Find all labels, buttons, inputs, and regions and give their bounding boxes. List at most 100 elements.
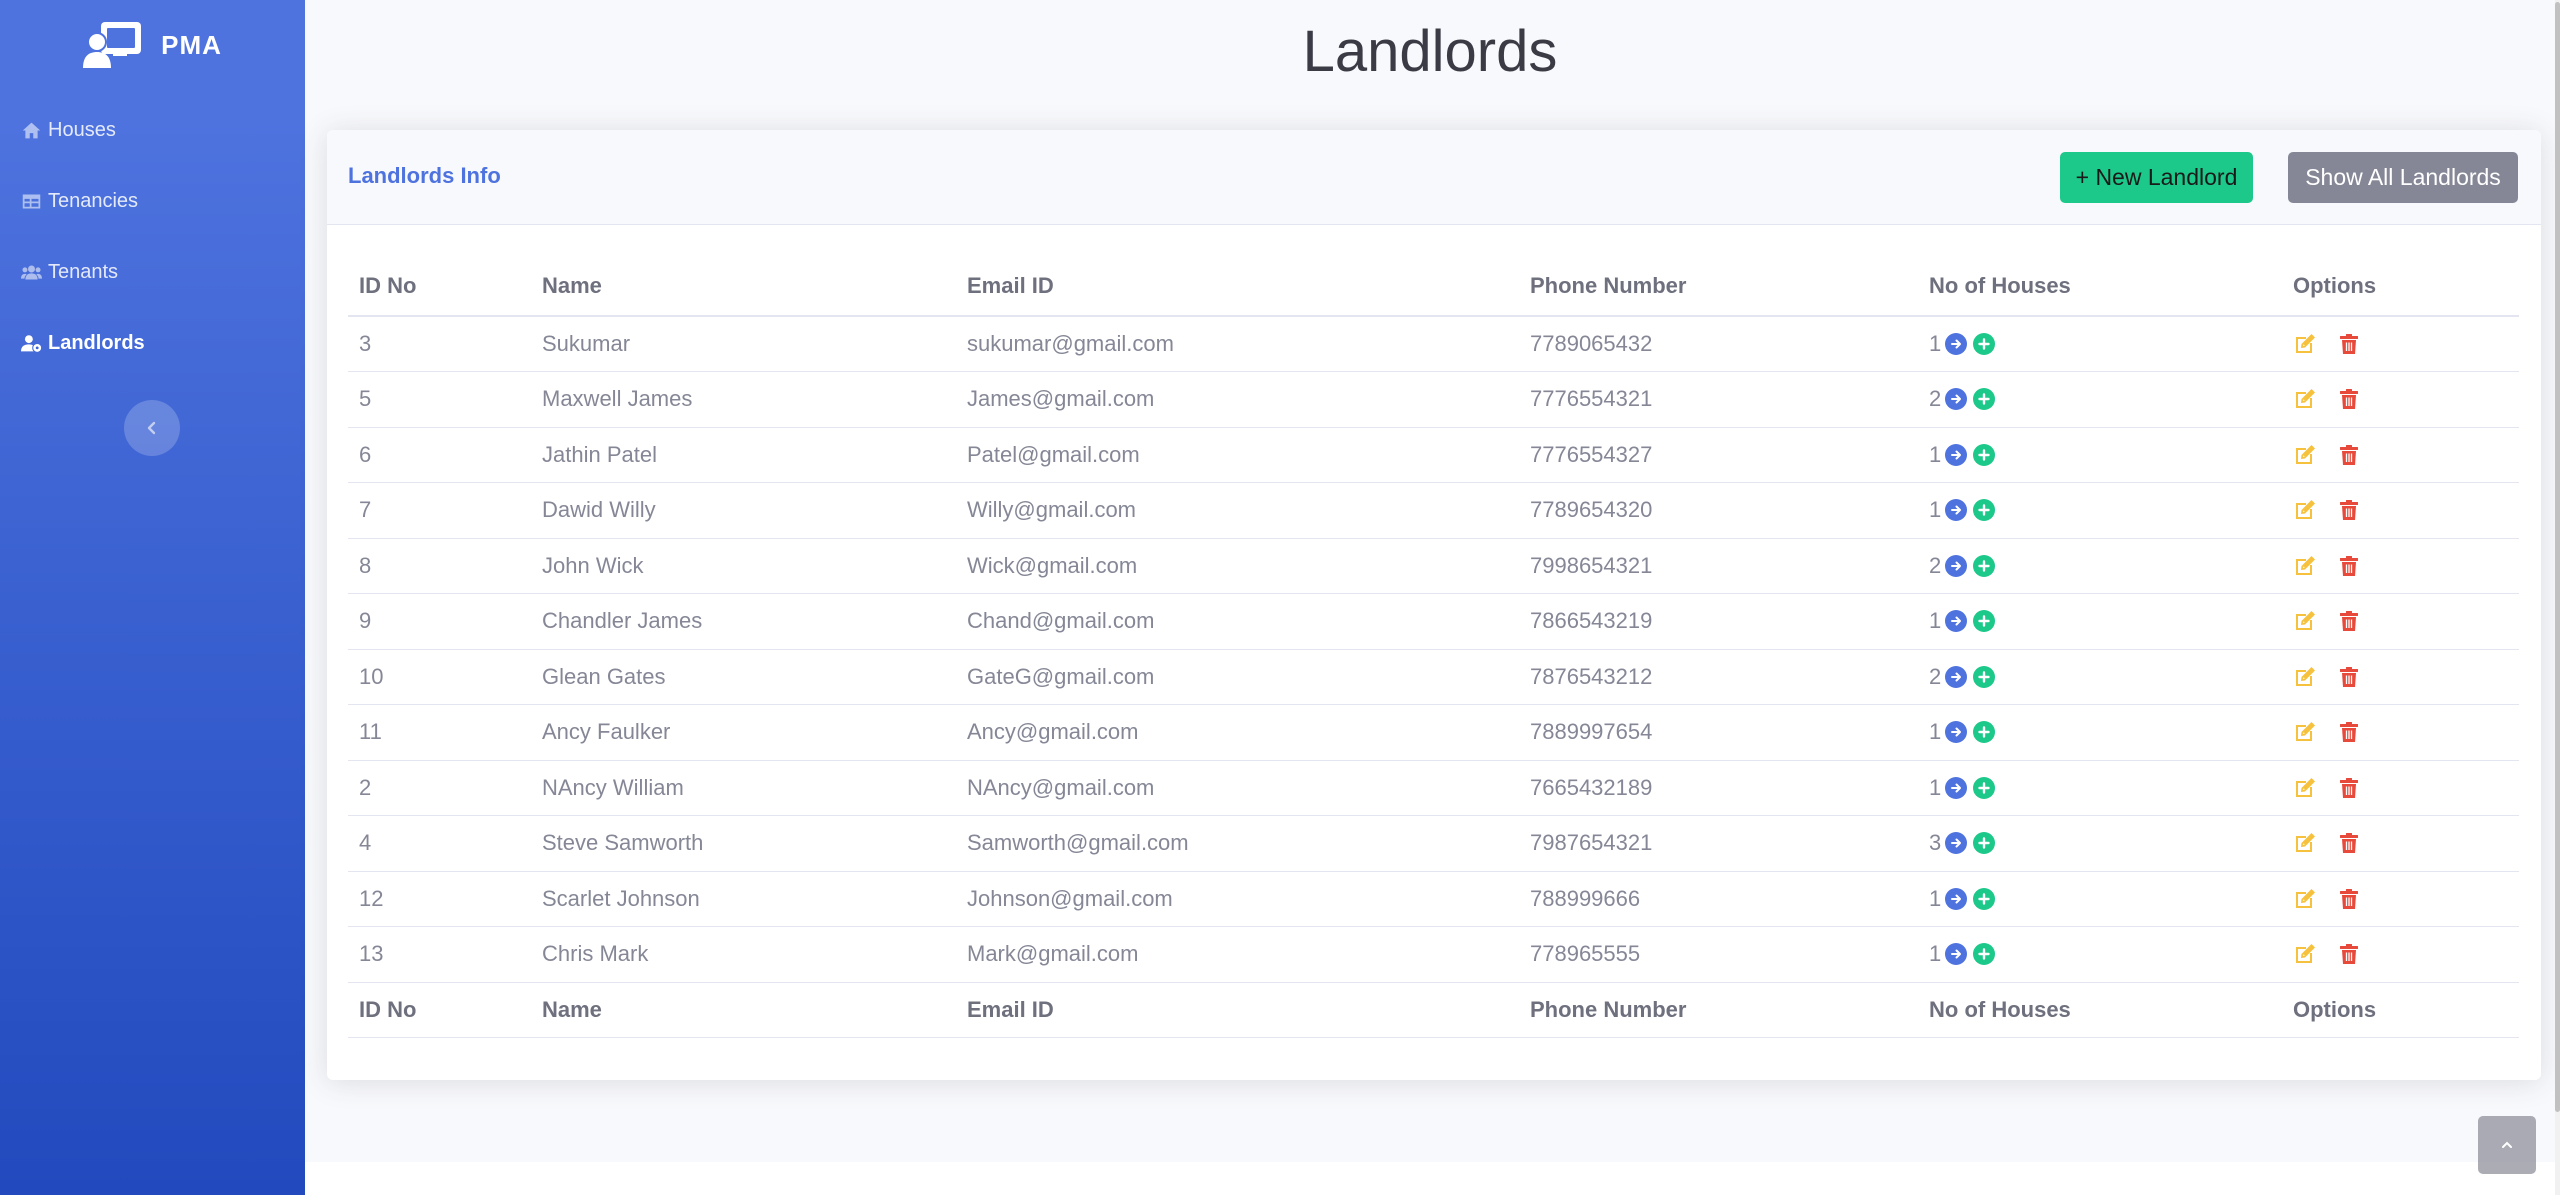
sidebar-item-label: Tenancies [48,189,139,212]
view-houses-icon[interactable] [1945,721,1968,744]
edit-icon[interactable] [2293,942,2317,966]
column-header-name[interactable]: Name [531,256,956,317]
cell-houses: 1 [1918,760,2282,816]
add-house-icon[interactable] [1973,333,1996,355]
cell-phone: 7866543219 [1519,593,1918,650]
cell-email: Willy@gmail.com [956,482,1519,539]
delete-icon[interactable] [2337,942,2361,966]
cell-name: Ancy Faulker [531,704,956,761]
cell-options [2282,427,2519,483]
sidebar-item-tenancies[interactable]: Tenancies [0,176,305,226]
main-content: Landlords Landlords Info + New Landlord … [305,0,2555,1162]
table-row: 12 Scarlet Johnson Johnson@gmail.com 788999… [348,871,2519,927]
brand-name: PMA [161,29,222,60]
edit-icon[interactable] [2293,776,2317,800]
add-house-icon[interactable] [1973,388,1996,411]
new-landlord-button[interactable]: + New Landlord [2060,152,2253,203]
add-house-icon[interactable] [1973,721,1996,744]
delete-icon[interactable] [2337,443,2361,467]
edit-icon[interactable] [2293,665,2317,689]
sidebar-item-landlords[interactable]: Landlords [0,318,305,368]
table-footer-row: ID No Name Email ID Phone Number No of H… [348,982,2519,1038]
add-house-icon[interactable] [1973,443,1996,466]
edit-icon[interactable] [2293,554,2317,578]
cell-phone: 7776554327 [1519,427,1918,483]
column-header-houses[interactable]: No of Houses [1918,256,2282,317]
show-all-landlords-button[interactable]: Show All Landlords [2288,152,2518,203]
delete-icon[interactable] [2337,720,2361,744]
delete-icon[interactable] [2337,387,2361,411]
view-houses-icon[interactable] [1945,388,1968,411]
cell-houses: 1 [1918,926,2282,983]
page-scrollbar[interactable] [2555,0,2560,1195]
sidebar-toggle-button[interactable] [124,400,180,456]
scrollbar-thumb[interactable] [2555,2,2560,1112]
scroll-to-top-button[interactable] [2478,1116,2536,1174]
chalkboard-user-icon [83,20,143,70]
view-houses-icon[interactable] [1945,887,1968,910]
add-house-icon[interactable] [1973,499,1996,522]
add-house-icon[interactable] [1973,665,1996,688]
view-houses-icon[interactable] [1945,443,1968,466]
column-header-email[interactable]: Email ID [956,256,1519,317]
add-house-icon[interactable] [1973,887,1996,910]
delete-icon[interactable] [2337,498,2361,522]
column-header-options[interactable]: Options [2282,256,2519,317]
add-house-icon[interactable] [1973,776,1996,799]
edit-icon[interactable] [2293,887,2317,911]
houses-count: 1 [1929,497,1942,523]
column-header-id[interactable]: ID No [348,256,531,317]
add-house-icon[interactable] [1973,943,1996,966]
cell-options [2282,926,2519,983]
houses-count: 2 [1929,386,1942,412]
view-houses-icon[interactable] [1945,499,1968,522]
delete-icon[interactable] [2337,609,2361,633]
add-house-icon[interactable] [1973,610,1996,633]
cell-id: 2 [348,760,531,816]
column-footer-houses: No of Houses [1918,982,2282,1038]
edit-icon[interactable] [2293,831,2317,855]
add-house-icon[interactable] [1973,832,1996,855]
cell-email: Johnson@gmail.com [956,871,1519,927]
cell-id: 6 [348,427,531,483]
sidebar-brand[interactable]: PMA [0,0,305,90]
edit-icon[interactable] [2293,332,2317,356]
cell-options [2282,482,2519,539]
sidebar-item-houses[interactable]: Houses [0,105,305,155]
column-footer-phone: Phone Number [1519,982,1918,1038]
delete-icon[interactable] [2337,332,2361,356]
cell-houses: 3 [1918,815,2282,872]
view-houses-icon[interactable] [1945,776,1968,799]
column-header-phone[interactable]: Phone Number [1519,256,1918,317]
cell-phone: 7789654320 [1519,482,1918,539]
cell-email: Wick@gmail.com [956,538,1519,594]
edit-icon[interactable] [2293,498,2317,522]
sidebar-item-tenants[interactable]: Tenants [0,247,305,297]
cell-name: Glean Gates [531,649,956,705]
delete-icon[interactable] [2337,887,2361,911]
home-icon [22,122,41,138]
delete-icon[interactable] [2337,665,2361,689]
view-houses-icon[interactable] [1945,665,1968,688]
view-houses-icon[interactable] [1945,610,1968,633]
delete-icon[interactable] [2337,554,2361,578]
add-house-icon[interactable] [1973,554,1996,577]
delete-icon[interactable] [2337,776,2361,800]
cell-id: 8 [348,538,531,594]
cell-id: 9 [348,593,531,650]
edit-icon[interactable] [2293,443,2317,467]
view-houses-icon[interactable] [1945,943,1968,966]
delete-icon[interactable] [2337,831,2361,855]
sidebar-item-label: Houses [48,118,116,141]
cell-phone: 7889997654 [1519,704,1918,761]
edit-icon[interactable] [2293,387,2317,411]
table-body: 3 Sukumar sukumar@gmail.com 7789065432 1 5 Max… [348,316,2519,983]
table-row: 11 Ancy Faulker Ancy@gmail.com 7889997654 1 [348,704,2519,761]
view-houses-icon[interactable] [1945,554,1968,577]
edit-icon[interactable] [2293,720,2317,744]
view-houses-icon[interactable] [1945,333,1968,355]
edit-icon[interactable] [2293,609,2317,633]
cell-name: Chandler James [531,593,956,650]
view-houses-icon[interactable] [1945,832,1968,855]
houses-count: 1 [1929,941,1942,967]
